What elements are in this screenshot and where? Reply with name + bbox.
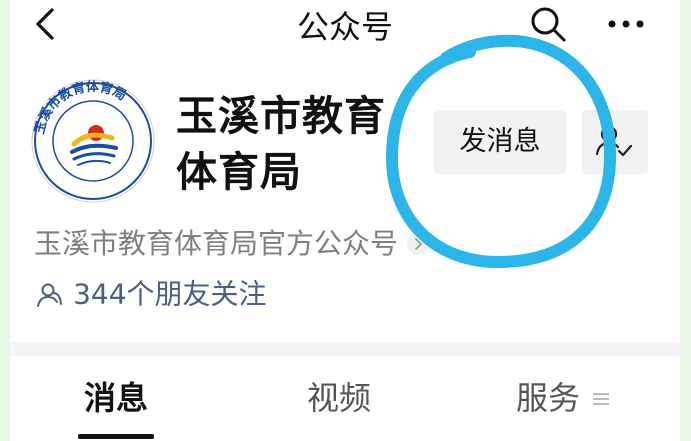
chevron-left-icon bbox=[36, 8, 54, 40]
description-text: 玉溪市教育体育局官方公众号 bbox=[34, 227, 399, 260]
follow-button[interactable] bbox=[582, 110, 648, 174]
friends-following[interactable]: 344个朋友关注 bbox=[34, 274, 267, 314]
account-description[interactable]: 玉溪市教育体育局官方公众号 bbox=[34, 224, 430, 264]
friend-icon bbox=[37, 283, 62, 307]
account-name-line1: 玉溪市教育 bbox=[176, 92, 386, 140]
user-check-icon bbox=[595, 125, 633, 157]
followers-text: 344个朋友关注 bbox=[73, 277, 267, 311]
account-logo: 玉溪市教育体育局 bbox=[31, 79, 155, 203]
active-tab-indicator bbox=[78, 434, 154, 439]
content-card bbox=[10, 0, 680, 441]
search-icon bbox=[531, 7, 566, 42]
tab-messages[interactable]: 消息 bbox=[84, 376, 148, 420]
tab-videos[interactable]: 视频 bbox=[307, 376, 371, 420]
send-message-button[interactable]: 发消息 bbox=[434, 110, 566, 174]
screen-edge bbox=[680, 0, 691, 441]
menu-icon bbox=[593, 393, 609, 405]
account-name: 玉溪市教育 体育局 bbox=[176, 88, 396, 200]
more-button[interactable] bbox=[604, 4, 648, 44]
account-name-line2: 体育局 bbox=[176, 148, 302, 196]
chevron-right-icon bbox=[407, 233, 430, 255]
back-button[interactable] bbox=[26, 4, 66, 44]
nav-bar: 公众号 bbox=[10, 0, 680, 50]
more-dots-icon bbox=[608, 20, 644, 28]
section-divider bbox=[10, 342, 680, 356]
page-title: 公众号 bbox=[296, 8, 393, 46]
search-button[interactable] bbox=[528, 4, 568, 44]
screen: 公众号 玉溪市教育体育局 玉溪市教育 体育局 发消息 玉溪市教育体育局官方公众号… bbox=[0, 0, 691, 441]
tab-services[interactable]: 服务 bbox=[516, 376, 580, 420]
